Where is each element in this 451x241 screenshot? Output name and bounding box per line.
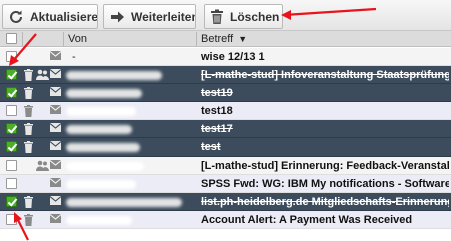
refresh-button[interactable]: Aktualisieren [2, 4, 98, 29]
envelope-icon [49, 213, 62, 226]
group-icon [36, 69, 49, 83]
row-checkbox[interactable] [6, 51, 17, 62]
select-all-checkbox[interactable] [6, 33, 17, 44]
message-row[interactable]: test18 [0, 102, 451, 121]
sender-name: - [72, 51, 76, 63]
message-subject: test [201, 141, 221, 154]
column-header: Von Betreff ▼ [0, 31, 451, 47]
envelope-icon [49, 159, 62, 172]
envelope-icon [49, 69, 62, 81]
trash-icon [24, 141, 33, 156]
sort-down-icon: ▼ [238, 34, 248, 44]
row-checkbox[interactable] [6, 69, 17, 81]
message-list: - wise 12/13 1 [L-mathe-stud] Infoveransta… [0, 48, 451, 229]
trash-icon [24, 105, 33, 120]
message-subject: SPSS Fwd: WG: IBM My notifications - Sof… [201, 177, 449, 190]
forward-arrow-icon [111, 11, 124, 22]
message-subject: Account Alert: A Payment Was Received [201, 213, 413, 226]
redacted-sender [66, 125, 132, 135]
envelope-icon [49, 123, 62, 135]
row-checkbox[interactable] [6, 159, 17, 171]
subject-column-header[interactable]: Betreff ▼ [201, 32, 247, 46]
envelope-icon [49, 195, 62, 208]
forward-label: Weiterleiten [131, 9, 196, 24]
toolbar: Aktualisieren Weiterleiten Löschen [0, 0, 451, 31]
from-column-header[interactable]: Von [68, 32, 87, 46]
message-subject: wise 12/13 1 [201, 51, 265, 63]
group-icon [36, 160, 49, 174]
trash-icon [24, 123, 33, 138]
message-row[interactable]: - wise 12/13 1 [0, 48, 451, 67]
redacted-sender [66, 71, 162, 81]
delete-button[interactable]: Löschen [204, 4, 283, 29]
forward-button[interactable]: Weiterleiten [103, 4, 196, 29]
column-separator [196, 32, 197, 46]
message-row[interactable]: list.ph-heidelberg.de Mitgliedschafts-Er… [0, 192, 451, 211]
message-row[interactable]: Account Alert: A Payment Was Received [0, 210, 451, 229]
message-subject: [L-mathe-stud] Erinnerung: Feedback-Vera… [201, 159, 449, 172]
trash-icon [24, 69, 33, 84]
row-checkbox[interactable] [6, 105, 17, 117]
message-row[interactable]: test19 [0, 84, 451, 103]
row-checkbox[interactable] [6, 177, 17, 189]
subject-column-label: Betreff [201, 33, 234, 45]
trash-icon [24, 213, 33, 229]
message-row[interactable]: SPSS Fwd: WG: IBM My notifications - Sof… [0, 174, 451, 193]
envelope-icon [49, 51, 62, 63]
column-separator [22, 32, 23, 46]
row-checkbox[interactable] [6, 123, 17, 135]
envelope-icon [49, 177, 62, 190]
row-checkbox[interactable] [6, 141, 17, 153]
message-subject: list.ph-heidelberg.de Mitgliedschafts-Er… [201, 195, 449, 208]
message-subject: test17 [201, 123, 233, 136]
message-row[interactable]: test17 [0, 120, 451, 139]
delete-label: Löschen [230, 9, 280, 24]
message-subject: test18 [201, 105, 233, 118]
trash-icon [24, 87, 33, 102]
redacted-sender [66, 161, 144, 171]
refresh-icon [10, 10, 22, 23]
row-checkbox[interactable] [6, 213, 17, 225]
redacted-sender [66, 89, 142, 99]
refresh-label: Aktualisieren [30, 9, 98, 24]
message-subject: test19 [201, 87, 233, 100]
trash-icon [211, 9, 223, 24]
redacted-sender [66, 197, 182, 207]
envelope-icon [49, 105, 62, 117]
trash-icon [24, 195, 33, 211]
envelope-icon [49, 141, 62, 153]
envelope-icon [49, 87, 62, 99]
redacted-sender [66, 143, 140, 153]
message-subject: [L-mathe-stud] Infoveranstaltung Staatsp… [201, 69, 449, 82]
redacted-sender [66, 215, 132, 225]
row-checkbox[interactable] [6, 87, 17, 99]
row-checkbox[interactable] [6, 195, 17, 207]
redacted-sender [66, 179, 136, 189]
column-separator [63, 32, 64, 46]
redacted-sender [66, 107, 136, 117]
message-row[interactable]: test [0, 138, 451, 157]
message-row[interactable]: [L-mathe-stud] Erinnerung: Feedback-Vera… [0, 156, 451, 175]
message-row[interactable]: [L-mathe-stud] Infoveranstaltung Staatsp… [0, 66, 451, 85]
